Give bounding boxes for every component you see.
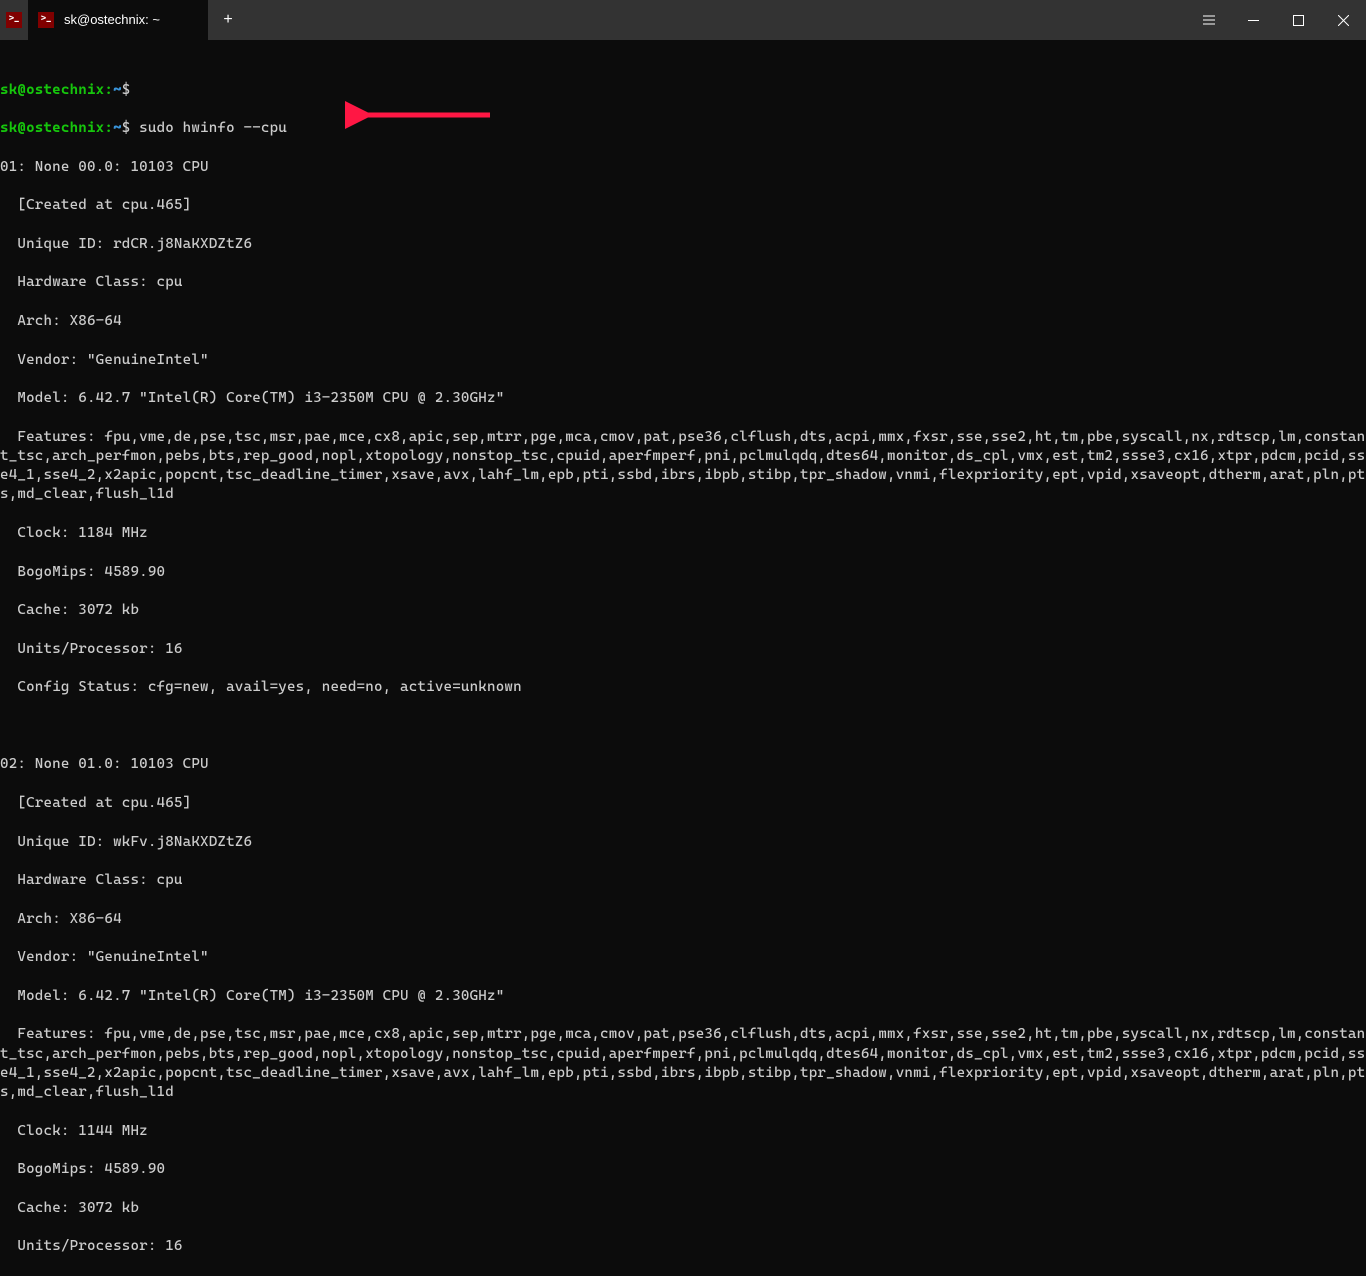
output-line: Units/Processor: 16 xyxy=(0,1237,1366,1256)
output-line: 01: None 00.0: 10103 CPU xyxy=(0,158,1366,177)
terminal-output[interactable]: sk@ostechnix:~$ sk@ostechnix:~$ sudo hwi… xyxy=(0,40,1366,1276)
output-line: Arch: X86-64 xyxy=(0,312,1366,331)
maximize-icon xyxy=(1293,15,1304,26)
output-line: BogoMips: 4589.90 xyxy=(0,563,1366,582)
output-line: Unique ID: rdCR.j8NaKXDZtZ6 xyxy=(0,235,1366,254)
prompt-path: ~ xyxy=(113,82,122,98)
prompt-dollar: $ xyxy=(122,82,131,98)
tab-strip: >_ >_ sk@ostechnix: ~ + xyxy=(0,0,1186,40)
settings-button[interactable] xyxy=(1186,0,1231,40)
output-line: Vendor: "GenuineIntel" xyxy=(0,948,1366,967)
tab-title: sk@ostechnix: ~ xyxy=(64,11,196,28)
tab-active[interactable]: >_ sk@ostechnix: ~ xyxy=(28,0,208,40)
output-line: Cache: 3072 kb xyxy=(0,601,1366,620)
prompt-line: sk@ostechnix:~$ sudo hwinfo --cpu xyxy=(0,119,1366,138)
output-line: Unique ID: wkFv.j8NaKXDZtZ6 xyxy=(0,833,1366,852)
prompt-user: sk@ostechnix xyxy=(0,82,104,98)
close-button[interactable] xyxy=(1321,0,1366,40)
minimize-button[interactable] xyxy=(1231,0,1276,40)
output-line: Hardware Class: cpu xyxy=(0,273,1366,292)
output-line: Hardware Class: cpu xyxy=(0,871,1366,890)
output-line: Model: 6.42.7 "Intel(R) Core(TM) i3-2350… xyxy=(0,987,1366,1006)
window-titlebar: >_ >_ sk@ostechnix: ~ + xyxy=(0,0,1366,40)
output-line: [Created at cpu.465] xyxy=(0,196,1366,215)
prompt-dollar: $ xyxy=(122,120,131,136)
output-line: Vendor: "GenuineIntel" xyxy=(0,351,1366,370)
maximize-button[interactable] xyxy=(1276,0,1321,40)
output-line: Clock: 1184 MHz xyxy=(0,524,1366,543)
output-line: Clock: 1144 MHz xyxy=(0,1122,1366,1141)
output-line: Units/Processor: 16 xyxy=(0,640,1366,659)
output-line: [Created at cpu.465] xyxy=(0,794,1366,813)
command-text: sudo hwinfo --cpu xyxy=(139,120,287,136)
terminal-icon: >_ xyxy=(38,12,54,28)
output-line: Features: fpu,vme,de,pse,tsc,msr,pae,mce… xyxy=(0,1025,1366,1102)
prompt-user: sk@ostechnix xyxy=(0,120,104,136)
window-controls xyxy=(1186,0,1366,40)
tab-dropdown[interactable]: >_ xyxy=(0,0,28,40)
minimize-icon xyxy=(1248,15,1259,26)
hamburger-icon xyxy=(1203,15,1215,25)
close-icon xyxy=(1338,15,1349,26)
prompt-path: ~ xyxy=(113,120,122,136)
output-line: Features: fpu,vme,de,pse,tsc,msr,pae,mce… xyxy=(0,428,1366,505)
output-line: Cache: 3072 kb xyxy=(0,1199,1366,1218)
output-line: BogoMips: 4589.90 xyxy=(0,1160,1366,1179)
output-line: Config Status: cfg=new, avail=yes, need=… xyxy=(0,678,1366,697)
terminal-icon: >_ xyxy=(6,12,22,28)
output-line xyxy=(0,717,1366,736)
output-line: Arch: X86-64 xyxy=(0,910,1366,929)
prompt-line: sk@ostechnix:~$ xyxy=(0,81,1366,100)
output-line: Model: 6.42.7 "Intel(R) Core(TM) i3-2350… xyxy=(0,389,1366,408)
output-line: 02: None 01.0: 10103 CPU xyxy=(0,755,1366,774)
new-tab-button[interactable]: + xyxy=(208,0,248,40)
